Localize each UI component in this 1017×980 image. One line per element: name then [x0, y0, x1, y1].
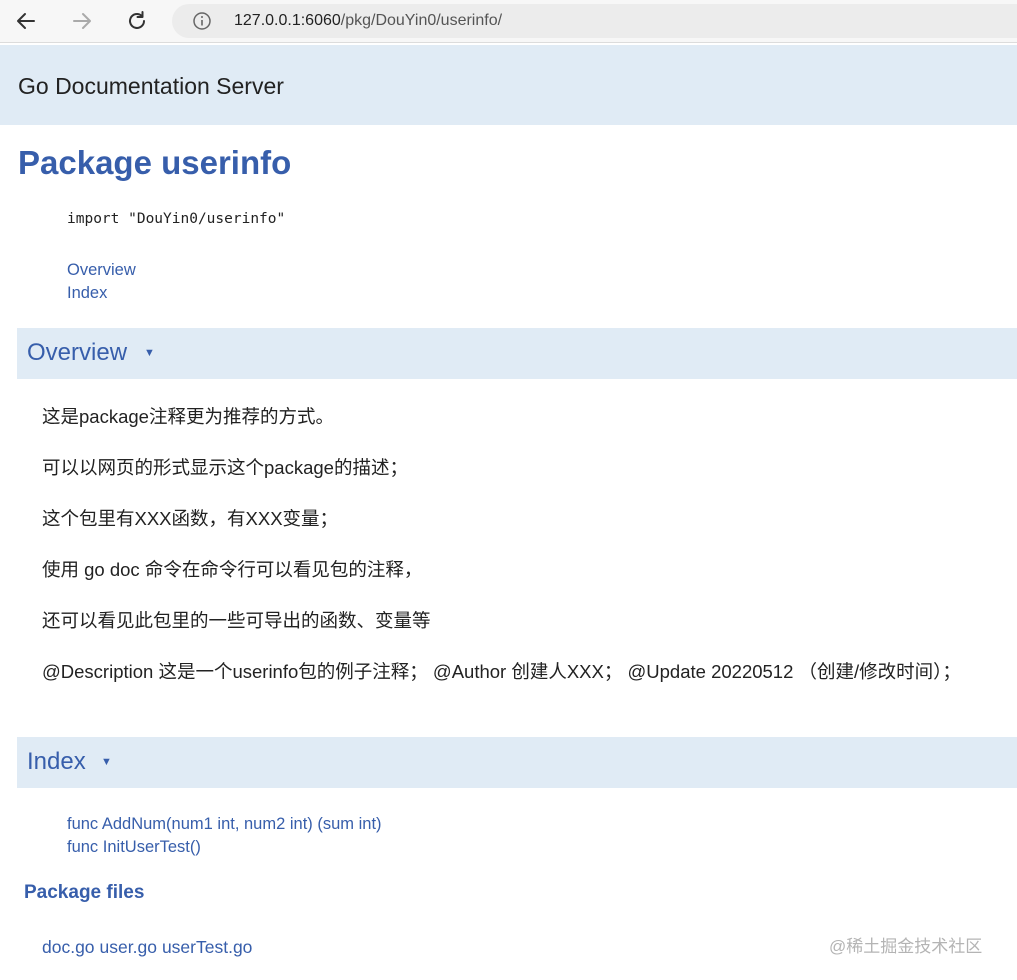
forward-button[interactable]: [66, 5, 98, 37]
site-header: Go Documentation Server: [0, 45, 1017, 125]
index-link-initusertest[interactable]: func InitUserTest(): [67, 836, 382, 859]
url-text[interactable]: 127.0.0.1:6060/pkg/DouYin0/userinfo/: [234, 12, 502, 30]
index-section-header[interactable]: Index ▼: [17, 737, 1017, 788]
import-statement: import "DouYin0/userinfo": [67, 211, 286, 227]
arrow-right-icon: [73, 13, 91, 29]
site-title[interactable]: Go Documentation Server: [18, 73, 284, 100]
address-bar[interactable]: 127.0.0.1:6060/pkg/DouYin0/userinfo/: [172, 4, 1017, 38]
arrow-left-icon: [17, 13, 35, 29]
reload-button[interactable]: [121, 5, 153, 37]
file-link-doc[interactable]: doc.go: [42, 936, 95, 959]
overview-paragraph: 可以以网页的形式显示这个package的描述；: [42, 457, 408, 478]
package-files-list: doc.go user.go userTest.go: [42, 936, 252, 959]
overview-paragraph: 还可以看见此包里的一些可导出的函数、变量等: [42, 610, 431, 631]
back-button[interactable]: [10, 5, 42, 37]
table-of-contents: Overview Index: [67, 259, 136, 305]
overview-section-header[interactable]: Overview ▼: [17, 328, 1017, 379]
file-link-usertest[interactable]: userTest.go: [162, 936, 252, 959]
page-title: Package userinfo: [18, 144, 292, 181]
overview-paragraph: 这是package注释更为推荐的方式。: [42, 406, 334, 427]
info-icon[interactable]: [192, 11, 212, 31]
package-files-heading: Package files: [24, 882, 145, 903]
watermark: @稀土掘金技术社区: [829, 937, 983, 956]
index-list: func AddNum(num1 int, num2 int) (sum int…: [67, 813, 382, 859]
overview-paragraph: @Description 这是一个userinfo包的例子注释； @Author…: [42, 661, 961, 682]
browser-toolbar: 127.0.0.1:6060/pkg/DouYin0/userinfo/: [0, 0, 1017, 43]
overview-heading: Overview: [27, 339, 128, 366]
overview-content: 这是package注释更为推荐的方式。 可以以网页的形式显示这个package的…: [42, 405, 1002, 711]
url-host: 127.0.0.1:6060: [234, 12, 341, 29]
toc-link-index[interactable]: Index: [67, 282, 136, 305]
index-link-addnum[interactable]: func AddNum(num1 int, num2 int) (sum int…: [67, 813, 382, 836]
overview-paragraph: 这个包里有XXX函数，有XXX变量；: [42, 508, 339, 529]
reload-icon: [129, 11, 145, 29]
url-path: /pkg/DouYin0/userinfo/: [340, 12, 503, 29]
toc-link-overview[interactable]: Overview: [67, 259, 136, 282]
file-link-user[interactable]: user.go: [100, 936, 157, 959]
collapse-triangle-icon: ▼: [144, 347, 155, 359]
overview-paragraph: 使用 go doc 命令在命令行可以看见包的注释，: [42, 559, 423, 580]
collapse-triangle-icon: ▼: [101, 756, 112, 768]
index-heading: Index: [27, 748, 86, 775]
